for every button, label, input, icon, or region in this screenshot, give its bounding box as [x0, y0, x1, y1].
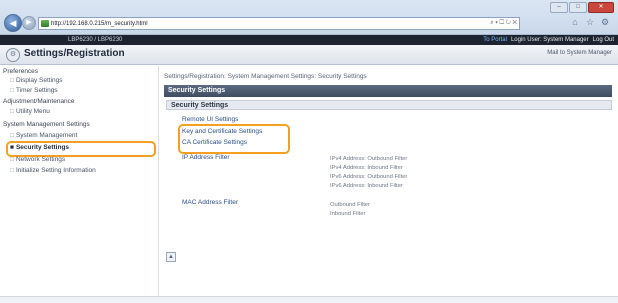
ip-filter-desc: IPv4 Address: Outbound Filter: [330, 156, 408, 162]
sidebar-item-security-settings[interactable]: ■ Security Settings: [10, 144, 69, 151]
star-icon[interactable]: ☆: [585, 17, 595, 27]
address-controls[interactable]: ⌕ ▾ ☐ ↻ ✕: [490, 18, 517, 29]
page-title-bar: ⚙ Settings/Registration Mail to System M…: [0, 45, 618, 65]
sidebar-heading-adjustment: Adjustment/Maintenance: [3, 98, 75, 105]
mac-address-filter-link[interactable]: MAC Address Filter: [182, 199, 238, 206]
ip-address-filter-link[interactable]: IP Address Filter: [182, 154, 230, 161]
login-user: Login User: System Manager: [510, 37, 589, 43]
mac-filter-desc: Outbound Filter: [330, 202, 370, 208]
subsection-title: Security Settings: [166, 100, 612, 110]
back-button[interactable]: ◀: [4, 14, 22, 32]
minimize-button[interactable]: –: [550, 2, 568, 13]
device-header: LBP6230 / LBP6230 To Portal Login User: …: [0, 35, 618, 45]
sidebar-heading-preferences: Preferences: [3, 68, 39, 75]
browser-toolbar-icons: ⌂ ☆ ⚙: [570, 17, 610, 27]
close-button[interactable]: ✕: [588, 2, 614, 13]
logout-link[interactable]: Log Out: [593, 35, 614, 45]
home-icon[interactable]: ⌂: [570, 17, 580, 27]
remote-ui-settings-link[interactable]: Remote UI Settings: [182, 116, 238, 123]
ip-filter-desc: IPv4 Address: Inbound Filter: [330, 165, 403, 171]
gear-icon[interactable]: ⚙: [600, 17, 610, 27]
address-text: http://192.168.0.215/m_security.html: [51, 20, 148, 27]
address-bar[interactable]: http://192.168.0.215/m_security.html ⌕ ▾…: [38, 17, 520, 30]
browser-chrome: – □ ✕ ◀ ▶ http://192.168.0.215/m_securit…: [0, 0, 618, 35]
page-title: Settings/Registration: [24, 48, 125, 59]
window-controls: – □ ✕: [550, 2, 614, 13]
ca-certificate-settings-link[interactable]: CA Certificate Settings: [182, 139, 247, 146]
to-portal-link[interactable]: To Portal: [483, 35, 507, 45]
site-icon: [41, 20, 49, 27]
sidebar-item-display-settings[interactable]: □ Display Settings: [10, 77, 63, 84]
back-to-top-button[interactable]: ▲: [166, 252, 176, 262]
mail-to-system-manager-link[interactable]: Mail to System Manager: [547, 50, 612, 56]
settings-icon: ⚙: [6, 48, 20, 62]
ip-filter-desc: IPv6 Address: Inbound Filter: [330, 183, 403, 189]
device-name: LBP6230 / LBP6230: [68, 37, 123, 43]
sidebar-item-timer-settings[interactable]: □ Timer Settings: [10, 87, 58, 94]
main-content: Settings/Registration: System Management…: [160, 66, 616, 302]
sidebar-heading-system-management: System Management Settings: [3, 121, 90, 128]
sidebar-item-utility-menu[interactable]: □ Utility Menu: [10, 108, 50, 115]
maximize-button[interactable]: □: [569, 2, 587, 13]
forward-button[interactable]: ▶: [22, 16, 36, 30]
key-and-certificate-settings-link[interactable]: Key and Certificate Settings: [182, 128, 262, 135]
sidebar-item-network-settings[interactable]: □ Network Settings: [10, 156, 65, 163]
sidebar: Preferences □ Display Settings □ Timer Set…: [0, 66, 159, 302]
breadcrumb: Settings/Registration: System Management…: [164, 73, 367, 80]
sidebar-item-system-management[interactable]: □ System Management: [10, 132, 77, 139]
ip-filter-desc: IPv6 Address: Outbound Filter: [330, 174, 408, 180]
section-title: Security Settings: [164, 85, 612, 97]
top-links: To Portal Login User: System Manager Log…: [483, 35, 614, 45]
sidebar-item-initialize-setting-information[interactable]: □ Initialize Setting Information: [10, 167, 96, 174]
mac-filter-desc: Inbound Filter: [330, 211, 366, 217]
